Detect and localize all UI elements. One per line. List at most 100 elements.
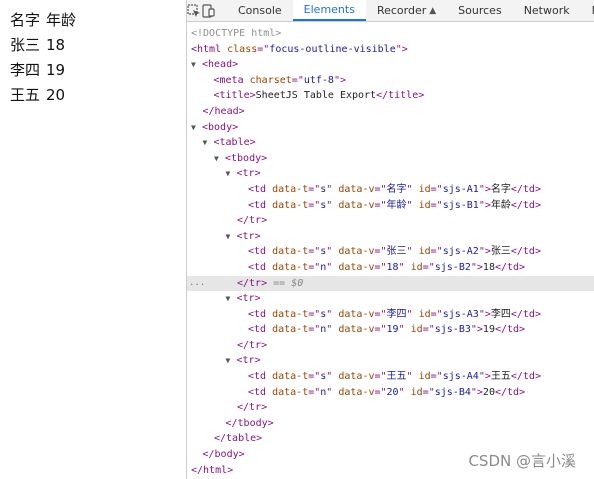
dom-node-line[interactable]: </tr> bbox=[187, 400, 594, 416]
dom-node-line[interactable]: <td data-t="s" data-v="王五" id="sjs-A4">王… bbox=[187, 369, 594, 385]
dom-node-line-selected[interactable]: ... </tr> == $0 bbox=[187, 275, 594, 292]
tab-recorder[interactable]: Recorder ▲ bbox=[366, 0, 447, 21]
watermark: CSDN @言小溪 bbox=[468, 452, 576, 470]
closing-tag: </td> bbox=[510, 308, 541, 320]
page-table-row: 李四 19 bbox=[10, 58, 82, 83]
attr-quote: =" bbox=[308, 183, 321, 195]
closing-tag: </td> bbox=[494, 324, 526, 336]
tag-close: > bbox=[232, 59, 239, 71]
dom-node-line[interactable]: <td data-t="s" data-v="张三" id="sjs-A2">张… bbox=[187, 244, 594, 260]
rendered-page: 名字 年龄 张三 18 李四 19 王五 20 bbox=[0, 0, 186, 479]
closing-tag: </td> bbox=[510, 199, 541, 211]
dom-node-line[interactable]: <td data-t="s" data-v="名字" id="sjs-A1">名… bbox=[187, 182, 594, 198]
dom-node-line[interactable]: <td data-t="n" data-v="19" id="sjs-B3">1… bbox=[187, 322, 594, 338]
tag-name: <td bbox=[248, 183, 267, 195]
attr-quote: =" bbox=[308, 246, 321, 258]
tab-elements[interactable]: Elements bbox=[292, 0, 366, 21]
inspect-element-icon[interactable] bbox=[187, 0, 201, 21]
attr-quote: =" bbox=[430, 246, 443, 258]
dom-node-line[interactable]: ▼ <table> bbox=[187, 135, 594, 151]
dom-node-line[interactable]: ▼ <tr> bbox=[187, 353, 594, 369]
attr-name: id bbox=[418, 246, 431, 258]
dom-node-line[interactable]: <td data-t="n" data-v="18" id="sjs-B2">1… bbox=[187, 260, 594, 276]
tab-network[interactable]: Network bbox=[513, 0, 581, 21]
tag-close: > bbox=[254, 168, 261, 180]
dom-node-line[interactable]: <!DOCTYPE html> bbox=[187, 26, 594, 42]
closing-tag: </tr> bbox=[237, 215, 268, 227]
attr-quote: =" bbox=[308, 324, 321, 336]
device-toggle-icon[interactable] bbox=[201, 0, 215, 21]
attr-name: id bbox=[410, 386, 423, 398]
cell-text: 张三 bbox=[490, 246, 511, 258]
dom-node-line[interactable]: ▼ <tr> bbox=[187, 229, 594, 245]
attr-name: id bbox=[418, 183, 431, 195]
attr-quote: =" bbox=[422, 386, 435, 398]
dom-node-line[interactable]: <title>SheetJS Table Export</title> bbox=[187, 88, 594, 104]
attr-quote: =" bbox=[308, 199, 321, 211]
cell-text: 年龄 bbox=[490, 199, 511, 211]
cell-text: 名字 bbox=[490, 183, 511, 195]
attr-quote: =" bbox=[374, 183, 387, 195]
title-text: SheetJS Table Export bbox=[255, 90, 377, 102]
dom-node-line[interactable]: </tr> bbox=[187, 338, 594, 354]
attr-value: 20 bbox=[386, 386, 399, 398]
dom-node-line[interactable]: </head> bbox=[187, 104, 594, 120]
dom-node-line[interactable]: <td data-t="s" data-v="年龄" id="sjs-B1">年… bbox=[187, 198, 594, 214]
tab-more[interactable]: M bbox=[581, 0, 594, 21]
dom-node-line[interactable]: <html class="focus-outline-visible"> bbox=[187, 42, 594, 58]
attr-value: sjs-A1 bbox=[442, 183, 479, 195]
tag-name: <td bbox=[248, 246, 267, 258]
tag-name: <tr bbox=[236, 230, 255, 242]
expand-triangle-icon: ▼ bbox=[202, 138, 208, 148]
page-table-cell: 19 bbox=[46, 61, 66, 79]
tag-close: > bbox=[254, 293, 261, 305]
expand-triangle-icon: ▼ bbox=[191, 60, 196, 70]
page-table-row: 张三 18 bbox=[10, 33, 82, 58]
tab-console[interactable]: Console bbox=[227, 0, 293, 21]
attr-name: id bbox=[418, 371, 431, 383]
tag-name: <td bbox=[248, 199, 267, 211]
closing-tag: </td> bbox=[510, 183, 541, 195]
dom-node-line[interactable]: </tr> bbox=[187, 213, 594, 229]
attr-name: data-t bbox=[272, 183, 309, 195]
devtools-panel: Console Elements Recorder ▲ Sources Netwo… bbox=[186, 0, 594, 479]
attr-value: focus-outline-visible bbox=[269, 43, 396, 55]
dom-node-line[interactable]: </tbody> bbox=[187, 416, 594, 432]
dom-node-line[interactable]: <td data-t="s" data-v="李四" id="sjs-A3">李… bbox=[187, 307, 594, 323]
tag-close: > bbox=[232, 121, 239, 133]
attr-quote: =" bbox=[308, 371, 321, 383]
attr-value: 张三 bbox=[386, 246, 407, 258]
attr-name: data-v bbox=[338, 246, 375, 258]
tag-name: <meta bbox=[213, 74, 244, 86]
dom-node-line[interactable]: ▼ <body> bbox=[187, 120, 594, 136]
flask-icon: ▲ bbox=[429, 5, 437, 16]
dom-node-line[interactable]: ▼ <tbody> bbox=[187, 151, 594, 167]
attr-quote: =" bbox=[430, 199, 443, 211]
closing-tag: </html> bbox=[191, 464, 234, 476]
dom-node-line[interactable]: </table> bbox=[187, 431, 594, 447]
tab-sources[interactable]: Sources bbox=[447, 0, 513, 21]
attr-quote: =" bbox=[430, 371, 443, 383]
dom-node-line[interactable]: ▼ <tr> bbox=[187, 166, 594, 182]
closing-tag: </table> bbox=[214, 433, 263, 445]
attr-quote: =" bbox=[374, 386, 387, 398]
elements-dom-tree[interactable]: <!DOCTYPE html> <html class="focus-outlin… bbox=[187, 22, 594, 478]
dom-node-line[interactable]: ▼ <tr> bbox=[187, 291, 594, 307]
page-table-cell: 王五 bbox=[10, 86, 41, 104]
attr-value: sjs-B2 bbox=[434, 261, 471, 273]
dom-node-line[interactable]: ▼ <head> bbox=[187, 57, 594, 73]
selected-marker: == $0 bbox=[267, 277, 304, 289]
tag-name: <td bbox=[248, 371, 267, 383]
attr-name: data-v bbox=[338, 183, 375, 195]
closing-tag: </tbody> bbox=[225, 417, 274, 429]
page-table-cell: 名字 bbox=[10, 11, 41, 29]
attr-quote: =" bbox=[257, 43, 270, 55]
attr-quote: =" bbox=[430, 183, 443, 195]
attr-quote: =" bbox=[291, 74, 304, 86]
page-table-row: 名字 年龄 bbox=[10, 8, 82, 33]
dom-node-line[interactable]: <td data-t="n" data-v="20" id="sjs-B4">2… bbox=[187, 385, 594, 401]
closing-tag: </body> bbox=[202, 449, 245, 461]
closing-tag: </title> bbox=[376, 90, 425, 102]
attr-name: data-t bbox=[272, 324, 309, 336]
dom-node-line[interactable]: <meta charset="utf-8"> bbox=[187, 73, 594, 89]
